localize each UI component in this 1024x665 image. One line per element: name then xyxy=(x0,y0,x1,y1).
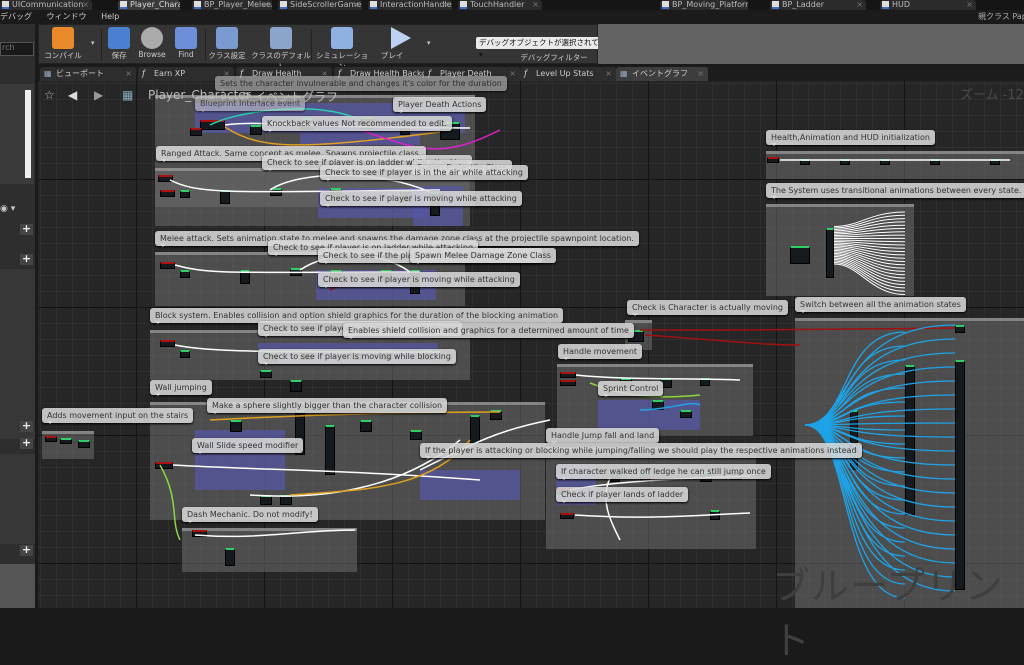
zoom-level: ズーム -12 xyxy=(960,84,1024,103)
breadcrumb: ☆ ◀ ▶ ▦ Player_Character > イベントグラフ xyxy=(38,82,1024,108)
wire xyxy=(195,530,355,536)
comment-label[interactable]: The System uses transitional animations … xyxy=(766,183,1024,198)
wire xyxy=(645,335,800,345)
comment-label[interactable]: Make a sphere slightly bigger than the c… xyxy=(207,398,447,413)
wire xyxy=(640,328,955,330)
comment-label[interactable]: Check to see if player is moving while a… xyxy=(318,272,520,287)
blueprint-watermark: ブループリント xyxy=(772,555,1024,665)
comment-label[interactable]: Enables shield collision and graphics fo… xyxy=(343,323,634,338)
graph-icon: ▦ xyxy=(122,88,133,102)
back-arrow-icon[interactable]: ◀ xyxy=(68,88,77,102)
wire xyxy=(640,404,700,410)
comment-label[interactable]: Health,Animation and HUD initialization xyxy=(766,130,935,145)
wire xyxy=(160,465,180,540)
comment-label[interactable]: Wall jumping xyxy=(150,380,212,395)
breadcrumb-separator: > xyxy=(242,88,252,102)
comment-label[interactable]: Check to see if player is in the air whi… xyxy=(320,165,528,180)
comment-label[interactable]: Wall Slide speed modifier xyxy=(192,438,303,453)
wire xyxy=(576,375,740,380)
comment-label[interactable]: If the player is attacking or blocking w… xyxy=(420,443,862,458)
comment-label[interactable]: Dash Mechanic. Do not modify! xyxy=(182,507,318,522)
animation-state-wire xyxy=(805,346,905,425)
comment-label[interactable]: Adds movement input on the stairs xyxy=(42,408,193,423)
comment-label[interactable]: Knockback values Not recommended to edit… xyxy=(262,116,452,131)
breadcrumb-current: イベントグラフ xyxy=(254,88,338,105)
wire xyxy=(210,412,500,420)
wire xyxy=(173,465,480,480)
parent-class-label[interactable]: 親クラス Pap xyxy=(978,11,1024,22)
comment-label[interactable]: Check to see if player is moving while a… xyxy=(320,191,522,206)
comment-label[interactable]: Handle movement xyxy=(558,344,642,359)
forward-arrow-icon[interactable]: ▶ xyxy=(94,88,103,102)
comment-label[interactable]: Check is Character is actually moving xyxy=(627,300,788,315)
comment-label[interactable]: Sprint Control xyxy=(598,381,663,396)
wire xyxy=(575,513,750,517)
favorite-star-icon[interactable]: ☆ xyxy=(44,88,55,102)
comment-label[interactable]: Switch between all the animation states xyxy=(795,297,966,312)
comment-label[interactable]: Spawn Melee Damage Zone Class xyxy=(410,248,556,263)
comment-label[interactable]: Check if player lands of ladder xyxy=(556,487,688,502)
comment-label[interactable]: Check to see if player is moving while b… xyxy=(258,349,456,364)
comment-label[interactable]: Handle Jump fall and land xyxy=(546,428,659,443)
breadcrumb-root[interactable]: Player_Character xyxy=(148,88,251,102)
comment-label[interactable]: If character walked off ledge he can sti… xyxy=(556,464,771,479)
